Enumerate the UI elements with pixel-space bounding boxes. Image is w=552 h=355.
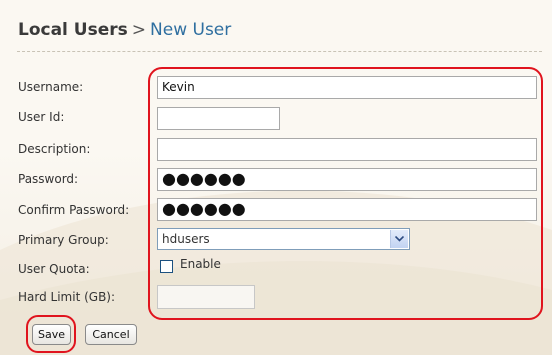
breadcrumb-separator: >: [131, 20, 147, 40]
fields-highlight: [148, 67, 543, 320]
password-label: Password:: [18, 172, 79, 186]
save-highlight: [26, 315, 76, 353]
confirm-password-label: Confirm Password:: [18, 203, 130, 217]
new-user-panel: Local Users > New User Username: User Id: …: [0, 0, 552, 355]
page-title: New User: [150, 20, 232, 40]
username-label: Username:: [18, 80, 84, 94]
breadcrumb: Local Users > New User: [18, 20, 231, 40]
description-label: Description:: [18, 142, 91, 156]
breadcrumb-local-users[interactable]: Local Users: [18, 20, 128, 40]
header-divider: [17, 51, 542, 52]
user-quota-label: User Quota:: [18, 262, 90, 276]
hard-limit-label: Hard Limit (GB):: [18, 290, 116, 304]
cancel-button[interactable]: Cancel: [85, 324, 137, 345]
user-id-label: User Id:: [18, 110, 65, 124]
primary-group-label: Primary Group:: [18, 233, 109, 247]
